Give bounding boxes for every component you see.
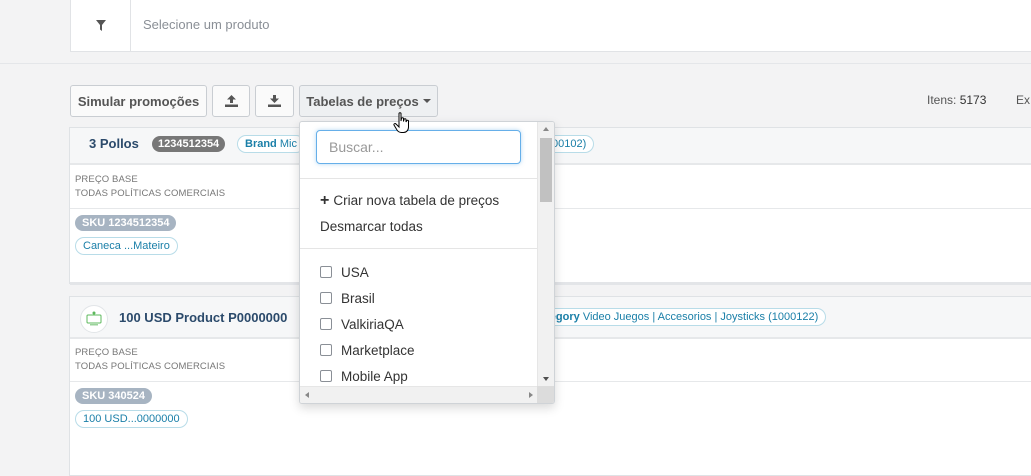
checkbox[interactable]	[320, 266, 332, 278]
create-price-table-label: Criar nova tabela de preços	[333, 193, 500, 208]
sku-name-pill[interactable]: Caneca ...Mateiro	[75, 237, 178, 255]
download-icon	[268, 95, 281, 107]
policies-label: TODAS POLÍTICAS COMERCIAIS	[75, 188, 226, 199]
option-label: ValkiriaQA	[341, 316, 404, 332]
scroll-down-icon[interactable]	[543, 377, 549, 381]
product-name[interactable]: 100 USD Product P0000000	[119, 310, 287, 325]
upload-icon	[224, 95, 238, 107]
horizontal-scrollbar[interactable]	[300, 386, 538, 403]
brand-pill: Brand Mic	[237, 135, 305, 153]
price-table-option[interactable]: Mobile App	[320, 368, 408, 384]
price-table-option[interactable]: USA	[320, 264, 369, 280]
scrollbar-thumb[interactable]	[540, 138, 552, 202]
scrollbar-corner	[537, 386, 554, 403]
product-filter-bar: Selecione um produto	[70, 0, 1031, 52]
price-table-search-input[interactable]	[316, 130, 521, 164]
divider	[300, 178, 538, 179]
price-tables-label: Tabelas de preços	[306, 93, 419, 109]
policies-label: TODAS POLÍTICAS COMERCIAIS	[75, 361, 226, 372]
scroll-right-icon[interactable]	[529, 392, 533, 398]
items-label: Itens:	[927, 93, 957, 107]
unselect-all-item[interactable]: Desmarcar todas	[320, 219, 423, 234]
filter-button[interactable]	[71, 0, 131, 51]
price-table-option[interactable]: Marketplace	[320, 342, 415, 358]
simulate-promotions-button[interactable]: Simular promoções	[70, 85, 207, 117]
price-tables-dropdown: +Criar nova tabela de preços Desmarcar t…	[299, 121, 555, 404]
items-value: 5173	[959, 93, 987, 107]
product-select-input[interactable]: Selecione um produto	[143, 17, 269, 32]
vertical-scrollbar[interactable]	[537, 122, 554, 386]
base-price-label: PREÇO BASE	[75, 174, 138, 185]
caret-down-icon	[422, 99, 431, 103]
product-thumbnail	[80, 305, 108, 333]
filter-icon	[95, 20, 106, 31]
brand-value: Mic	[279, 138, 297, 150]
product-image-icon	[86, 311, 102, 326]
option-label: Mobile App	[341, 368, 408, 384]
option-label: Brasil	[341, 290, 375, 306]
checkbox[interactable]	[320, 370, 332, 382]
product-name[interactable]: 3 Pollos	[89, 136, 139, 151]
sku-badge: SKU 340524	[75, 388, 152, 404]
sku-name-pill[interactable]: 100 USD...0000000	[75, 410, 188, 428]
price-table-option[interactable]: ValkiriaQA	[320, 316, 404, 332]
divider	[300, 248, 538, 249]
base-price-label: PREÇO BASE	[75, 347, 138, 358]
scroll-up-icon[interactable]	[543, 127, 549, 131]
sku-badge: SKU 1234512354	[75, 215, 177, 231]
price-table-option[interactable]: Brasil	[320, 290, 375, 306]
product-id-badge: 1234512354	[152, 136, 226, 152]
plus-icon: +	[320, 192, 330, 209]
items-count: Itens: 5173	[927, 93, 986, 107]
price-tables-dropdown-button[interactable]: Tabelas de preços	[299, 85, 438, 117]
create-price-table-item[interactable]: + Criar nova tabela de preços	[320, 192, 499, 210]
category-value: Video Juegos | Accesorios | Joysticks (1…	[582, 311, 819, 323]
option-label: USA	[341, 264, 369, 280]
hand-cursor-icon	[393, 112, 409, 133]
category-pill: ategory Video Juegos | Accesorios | Joys…	[536, 308, 827, 326]
checkbox[interactable]	[320, 318, 332, 330]
checkbox[interactable]	[320, 344, 332, 356]
brand-prefix: Brand	[245, 138, 277, 150]
divider	[0, 63, 1031, 64]
upload-button[interactable]	[212, 85, 250, 117]
export-label[interactable]: Ex	[1016, 93, 1030, 107]
checkbox[interactable]	[320, 292, 332, 304]
download-button[interactable]	[255, 85, 294, 117]
scroll-left-icon[interactable]	[305, 392, 309, 398]
option-label: Marketplace	[341, 342, 415, 358]
